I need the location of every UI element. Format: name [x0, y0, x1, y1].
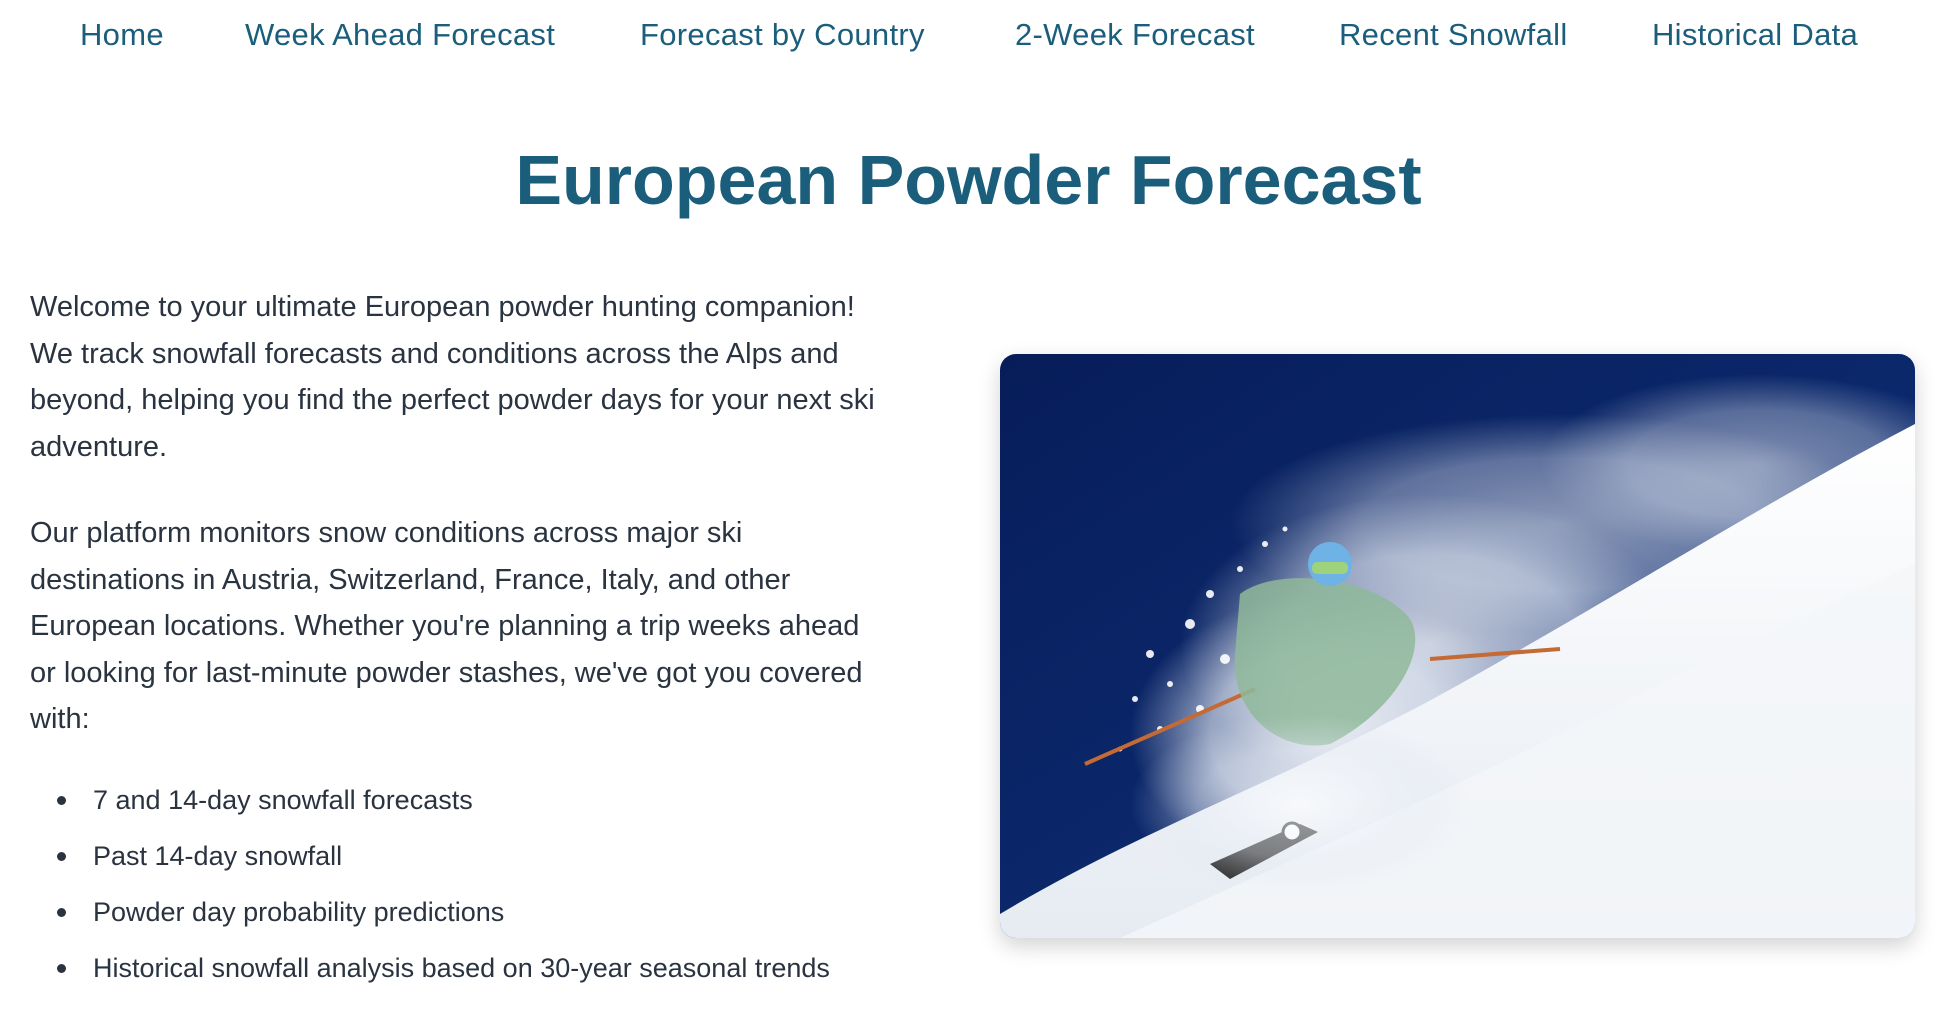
- nav-link-historical-data[interactable]: Historical Data: [1652, 17, 1858, 53]
- hero-skier-photo: [1000, 354, 1915, 938]
- bullet-icon: [57, 963, 66, 973]
- nav-link-week-ahead-forecast[interactable]: Week Ahead Forecast: [245, 17, 555, 53]
- skier-powder-illustration: [1000, 354, 1915, 938]
- nav-link-home[interactable]: Home: [80, 17, 164, 53]
- nav-link-2-week-forecast[interactable]: 2-Week Forecast: [1015, 17, 1255, 53]
- feature-list-item: Historical snowfall analysis based on 30…: [30, 948, 880, 1004]
- feature-list: 7 and 14-day snowfall forecasts Past 14-…: [30, 780, 880, 1004]
- feature-list-item: 7 and 14-day snowfall forecasts: [30, 780, 880, 836]
- feature-list-item: Powder day probability predictions: [30, 892, 880, 948]
- bullet-icon: [57, 851, 66, 861]
- bullet-icon: [57, 795, 66, 805]
- nav-link-forecast-by-country[interactable]: Forecast by Country: [640, 17, 925, 53]
- page-title: European Powder Forecast: [515, 141, 1422, 219]
- intro-section: Welcome to your ultimate European powder…: [30, 284, 880, 1004]
- nav-link-recent-snowfall[interactable]: Recent Snowfall: [1339, 17, 1568, 53]
- bullet-icon: [57, 907, 66, 917]
- top-navigation: Home Week Ahead Forecast Forecast by Cou…: [0, 0, 1937, 72]
- intro-paragraph-platform: Our platform monitors snow conditions ac…: [30, 517, 863, 735]
- feature-list-item: Past 14-day snowfall: [30, 836, 880, 892]
- intro-paragraph-welcome: Welcome to your ultimate European powder…: [30, 291, 875, 463]
